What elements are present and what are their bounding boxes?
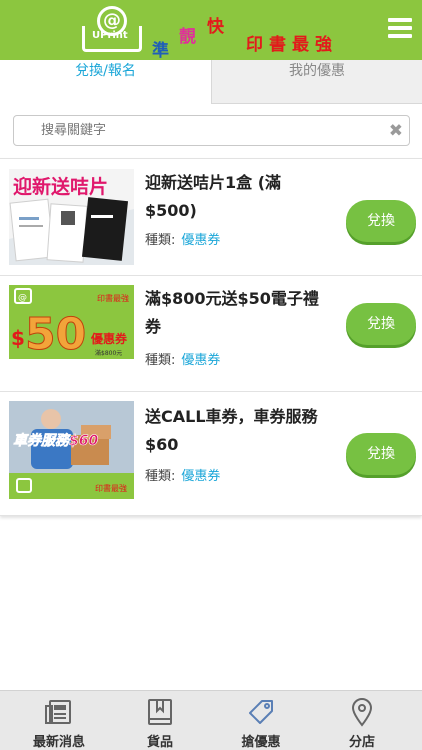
offer-image-note: 滿$800元 <box>95 349 122 357</box>
nav-label: 最新消息 <box>32 735 85 750</box>
offer-type: 種類: 優惠券 <box>145 349 220 368</box>
slogan-char-1: 準 <box>152 41 169 61</box>
offer-image[interactable]: 車券服務$60 印書最強 <box>9 401 134 499</box>
bottom-nav: 最新消息 貨品 搶優惠 分店 <box>0 690 422 750</box>
nav-label: 搶優惠 <box>241 735 281 750</box>
redeem-button[interactable]: 兌換 <box>346 200 416 242</box>
nav-label: 貨品 <box>146 735 173 750</box>
search-input[interactable] <box>14 116 374 145</box>
book-icon <box>148 699 172 725</box>
tag-icon <box>249 700 273 724</box>
offer-image-text: 車券服務$60 <box>13 432 98 449</box>
offer-type-value[interactable]: 優惠券 <box>181 469 220 484</box>
tab-my-offers[interactable]: 我的優惠 <box>211 60 422 104</box>
logo-text: UPrint <box>92 30 128 41</box>
news-icon <box>45 700 71 724</box>
offer-title: 滿$800元送$50電子禮券 <box>145 289 319 336</box>
hamburger-menu-icon[interactable] <box>388 18 412 38</box>
offer-image-label: 優惠券 <box>90 331 128 346</box>
svg-text:@: @ <box>18 293 27 303</box>
nav-item-offers[interactable]: 搶優惠 <box>216 691 306 750</box>
offer-list: 迎新送咭片 迎新送咭片1盒 (滿$500) 種類: 優惠券 兌換 @ 印書最強 $… <box>0 158 422 516</box>
svg-text:$: $ <box>11 326 25 350</box>
list-item[interactable]: 迎新送咭片 迎新送咭片1盒 (滿$500) 種類: 優惠券 兌換 <box>0 159 422 276</box>
offer-type: 種類: 優惠券 <box>145 465 220 484</box>
offer-title: 送CALL車券，車券服務$60 <box>145 407 318 454</box>
offer-image-text: 迎新送咭片 <box>13 175 108 198</box>
offer-type-value[interactable]: 優惠券 <box>181 233 220 248</box>
offer-image-slogan: 印書最強 <box>97 293 129 303</box>
nav-label: 分店 <box>348 735 375 750</box>
slogan-char-3: 快 <box>207 17 224 37</box>
nav-item-branches[interactable]: 分店 <box>317 691 407 750</box>
offer-type: 種類: 優惠券 <box>145 229 220 248</box>
search-bar: ✖ <box>13 115 410 146</box>
list-item[interactable]: @ 印書最強 $ 50 優惠券 滿$800元 滿$800元送$50電子禮券 種類… <box>0 276 422 392</box>
redeem-button[interactable]: 兌換 <box>346 303 416 345</box>
clear-icon[interactable]: ✖ <box>389 121 403 141</box>
redeem-button[interactable]: 兌換 <box>346 433 416 475</box>
offer-image-slogan: 印書最強 <box>95 483 127 493</box>
offer-title: 迎新送咭片1盒 (滿$500) <box>145 173 282 220</box>
offer-type-label: 種類: <box>145 469 176 484</box>
location-pin-icon <box>351 698 373 727</box>
svg-text:50: 50 <box>25 309 86 359</box>
tab-bar: 兌換/報名 我的優惠 <box>0 60 422 104</box>
uprint-logo[interactable]: @ UPrint <box>82 4 142 56</box>
slogan-char-2: 靚 <box>179 27 196 47</box>
offer-type-label: 種類: <box>145 353 176 368</box>
app-header: @ UPrint 準 靚 快 印書最強 <box>0 0 422 61</box>
nav-item-products[interactable]: 貨品 <box>115 691 205 750</box>
offer-image[interactable]: @ 印書最強 $ 50 優惠券 滿$800元 <box>9 285 134 359</box>
slogan-tagline: 印書最強 <box>246 35 338 55</box>
offer-type-label: 種類: <box>145 233 176 248</box>
offer-image[interactable]: 迎新送咭片 <box>9 169 134 265</box>
tab-redeem[interactable]: 兌換/報名 <box>0 60 211 104</box>
offer-type-value[interactable]: 優惠券 <box>181 353 220 368</box>
list-item[interactable]: 車券服務$60 印書最強 送CALL車券，車券服務$60 種類: 優惠券 兌換 <box>0 392 422 516</box>
nav-item-news[interactable]: 最新消息 <box>14 691 104 750</box>
